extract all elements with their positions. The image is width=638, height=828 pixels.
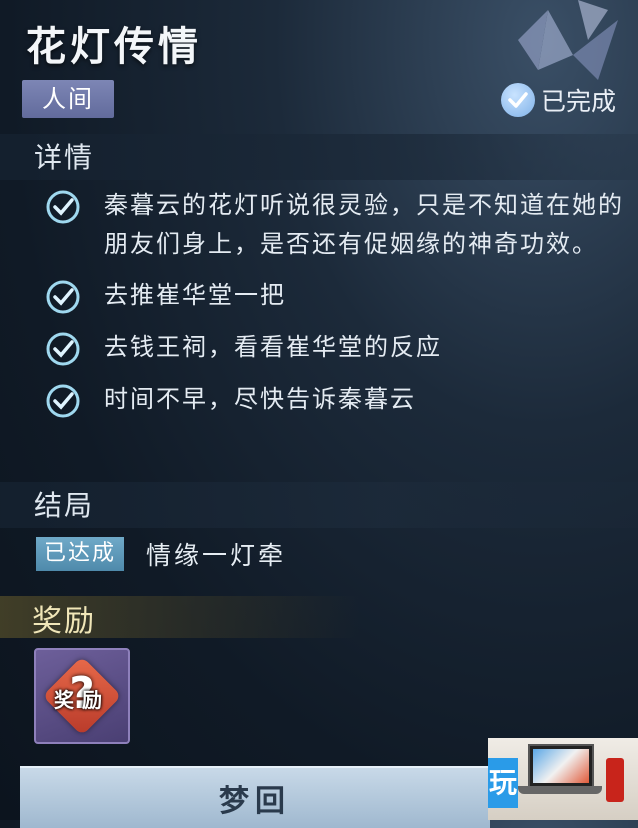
quest-title: 花灯传情 [26,24,202,70]
details-heading: 详情 [34,141,95,174]
laptop-base [518,786,602,794]
reward-heading: 奖励 [32,604,96,639]
task-item: 去钱王祠，看看崔华堂的反应 [44,328,624,368]
task-item: 时间不早，尽快告诉秦暮云 [44,380,624,420]
dream-replay-button[interactable]: 梦回 [20,766,490,828]
task-check-icon [46,190,80,224]
quest-status: 已完成 [500,82,616,118]
watermark-thumbnail: 玩 [488,738,638,820]
reward-item-label: 奖励 [54,688,110,712]
ending-header-bar [0,482,638,528]
task-check-icon [46,332,80,366]
task-text: 秦暮云的花灯听说很灵验，只是不知道在她的朋友们身上，是否还有促姻缘的神奇功效。 [104,191,624,258]
task-text: 去钱王祠，看看崔华堂的反应 [104,333,442,361]
task-text: 时间不早，尽快告诉秦暮云 [104,385,416,413]
task-check-icon [46,280,80,314]
quest-category-tag: 人间 [22,80,114,118]
soda-can-icon [606,758,624,802]
ending-name: 情缘一灯牵 [146,541,287,570]
task-text: 去推崔华堂一把 [104,281,286,309]
status-label: 已完成 [540,87,616,116]
reward-item-slot[interactable]: ? 奖励 [34,648,130,744]
task-check-icon [46,384,80,418]
laptop-icon [528,744,594,788]
achieved-badge: 已达成 [36,537,125,571]
ending-heading: 结局 [34,489,95,522]
completed-check-icon [500,83,535,117]
task-list: 秦暮云的花灯听说很灵验，只是不知道在她的朋友们身上，是否还有促姻缘的神奇功效。 … [44,186,624,432]
ending-row: 已达成 情缘一灯牵 [36,536,286,572]
task-item: 去推崔华堂一把 [44,276,624,316]
details-header-bar [0,134,638,180]
site-logo: 玩 [488,758,518,808]
task-item: 秦暮云的花灯听说很灵验，只是不知道在她的朋友们身上，是否还有促姻缘的神奇功效。 [44,186,624,264]
